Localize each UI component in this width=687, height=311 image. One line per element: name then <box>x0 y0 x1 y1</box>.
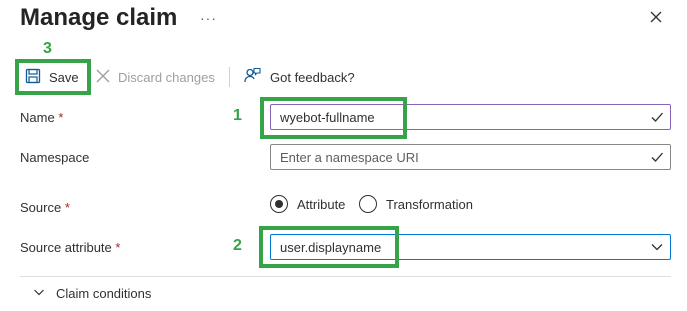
source-label: Source * <box>20 200 70 215</box>
discard-changes-button[interactable]: Discard changes <box>95 66 215 88</box>
claim-conditions-expander[interactable]: Claim conditions <box>33 286 151 301</box>
namespace-label: Namespace <box>20 150 90 165</box>
radio-selected-icon <box>270 195 288 213</box>
namespace-placeholder: Enter a namespace URI <box>280 149 419 165</box>
radio-transformation-label: Transformation <box>386 196 473 212</box>
radio-transformation[interactable]: Transformation <box>359 195 473 213</box>
discard-label: Discard changes <box>118 69 215 85</box>
annotation-number-1: 1 <box>233 107 242 124</box>
annotation-box-1 <box>260 97 407 139</box>
section-divider <box>20 276 671 277</box>
required-mark: * <box>115 240 121 255</box>
feedback-person-icon <box>244 67 270 87</box>
annotation-box-2 <box>259 226 399 268</box>
toolbar-divider <box>229 67 230 87</box>
panel-title: Manage claim <box>20 4 178 31</box>
annotation-number-2: 2 <box>233 237 242 254</box>
radio-attribute[interactable]: Attribute <box>270 195 345 213</box>
more-options-button[interactable]: ··· <box>200 10 217 26</box>
source-attribute-label: Source attribute * <box>20 240 121 255</box>
checkmark-icon <box>650 150 664 164</box>
annotation-box-3 <box>15 59 91 95</box>
chevron-down-icon <box>33 286 56 301</box>
discard-x-icon <box>95 68 118 87</box>
required-mark: * <box>58 110 64 125</box>
feedback-button[interactable]: Got feedback? <box>244 66 355 88</box>
feedback-label: Got feedback? <box>270 69 355 85</box>
radio-attribute-label: Attribute <box>297 196 346 212</box>
claim-conditions-label: Claim conditions <box>56 286 152 301</box>
radio-unselected-icon <box>359 195 377 213</box>
checkmark-icon <box>650 110 664 124</box>
required-mark: * <box>64 200 70 215</box>
close-icon[interactable] <box>648 9 664 25</box>
namespace-input[interactable]: Enter a namespace URI <box>270 144 671 170</box>
name-label: Name * <box>20 110 64 125</box>
annotation-number-3: 3 <box>43 40 52 57</box>
chevron-down-icon <box>650 240 664 254</box>
